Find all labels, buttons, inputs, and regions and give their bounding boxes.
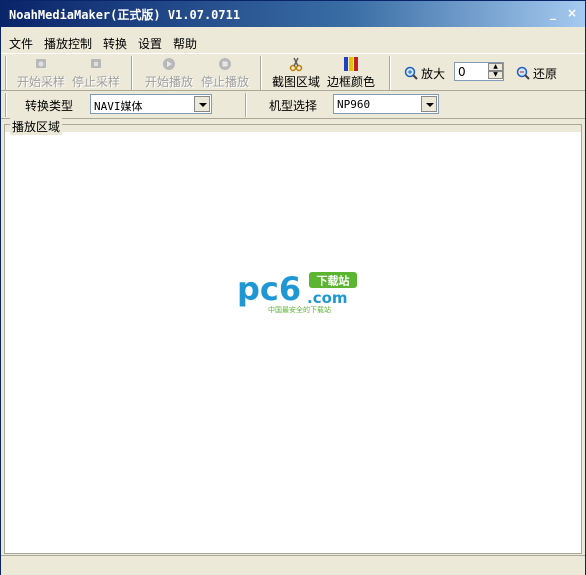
menu-file[interactable]: 文件 bbox=[9, 35, 33, 52]
stop-play-button[interactable]: 停止播放 bbox=[198, 56, 252, 90]
menu-playback-control[interactable]: 播放控制 bbox=[44, 35, 92, 52]
toolbar-separator bbox=[5, 56, 7, 90]
pc6-watermark-logo: pc6 .com 下载站 中国最安全的下载站 bbox=[237, 270, 357, 314]
color-palette-icon bbox=[344, 57, 358, 71]
scissors-icon bbox=[289, 57, 303, 72]
zoom-level-stepper[interactable]: 0 ▲ ▼ bbox=[454, 62, 504, 81]
minimize-button[interactable]: _ bbox=[545, 6, 561, 20]
toolbar-separator bbox=[5, 93, 7, 117]
watermark-domain: .com bbox=[307, 289, 348, 307]
play-disc-icon bbox=[163, 58, 175, 70]
title-bar[interactable]: NoahMediaMaker(正式版) V1.07.0711 _ × bbox=[1, 1, 585, 27]
border-color-button[interactable]: 边框颜色 bbox=[324, 56, 378, 90]
close-button[interactable]: × bbox=[564, 6, 580, 20]
toolbar-separator bbox=[260, 56, 262, 90]
camera-icon bbox=[36, 59, 46, 68]
start-play-button[interactable]: 开始播放 bbox=[142, 56, 196, 90]
watermark-badge: 下载站 bbox=[317, 274, 350, 288]
model-select[interactable]: NP960 bbox=[333, 94, 439, 114]
play-area[interactable]: pc6 .com 下载站 中国最安全的下载站 bbox=[4, 124, 582, 554]
menu-settings[interactable]: 设置 bbox=[138, 35, 162, 52]
zoom-restore-icon bbox=[516, 66, 530, 80]
play-area-label: 播放区域 bbox=[10, 118, 63, 135]
play-area-header bbox=[5, 125, 581, 132]
zoom-in-icon bbox=[404, 66, 418, 80]
camera-stop-icon bbox=[91, 59, 101, 68]
spin-down-arrow-icon[interactable]: ▼ bbox=[488, 71, 503, 79]
stop-disc-icon bbox=[219, 58, 231, 70]
toolbar-separator bbox=[389, 56, 391, 90]
app-window: NoahMediaMaker(正式版) V1.07.0711 _ × 文件 播放… bbox=[0, 0, 586, 575]
toolbar-separator bbox=[131, 56, 133, 90]
capture-region-button[interactable]: 截图区域 bbox=[269, 56, 323, 90]
stop-capture-button[interactable]: 停止采样 bbox=[70, 56, 122, 90]
menu-bar: 文件 播放控制 转换 设置 帮助 bbox=[1, 33, 585, 53]
status-bar bbox=[1, 555, 585, 575]
convert-type-select[interactable]: NAVI媒体 bbox=[90, 94, 212, 114]
conversion-settings-bar: 转换类型 NAVI媒体 机型选择 NP960 bbox=[1, 91, 585, 119]
toolbar-separator bbox=[245, 93, 247, 117]
start-capture-button[interactable]: 开始采样 bbox=[15, 56, 67, 90]
menu-convert[interactable]: 转换 bbox=[103, 35, 127, 52]
zoom-level-value[interactable]: 0 bbox=[458, 65, 466, 79]
model-select-label: 机型选择 bbox=[269, 99, 318, 113]
menu-help[interactable]: 帮助 bbox=[173, 35, 197, 52]
watermark-slogan: 中国最安全的下载站 bbox=[268, 305, 331, 314]
spin-up-arrow-icon[interactable]: ▲ bbox=[488, 63, 503, 71]
restore-button[interactable]: 还原 bbox=[515, 64, 557, 82]
chevron-down-icon[interactable] bbox=[421, 96, 437, 112]
chevron-down-icon[interactable] bbox=[194, 96, 210, 112]
watermark-brand: pc6 bbox=[237, 270, 301, 308]
zoom-in-button[interactable]: 放大 bbox=[403, 64, 445, 82]
convert-type-label: 转换类型 bbox=[25, 99, 74, 113]
window-title: NoahMediaMaker(正式版) V1.07.0711 bbox=[9, 8, 241, 22]
